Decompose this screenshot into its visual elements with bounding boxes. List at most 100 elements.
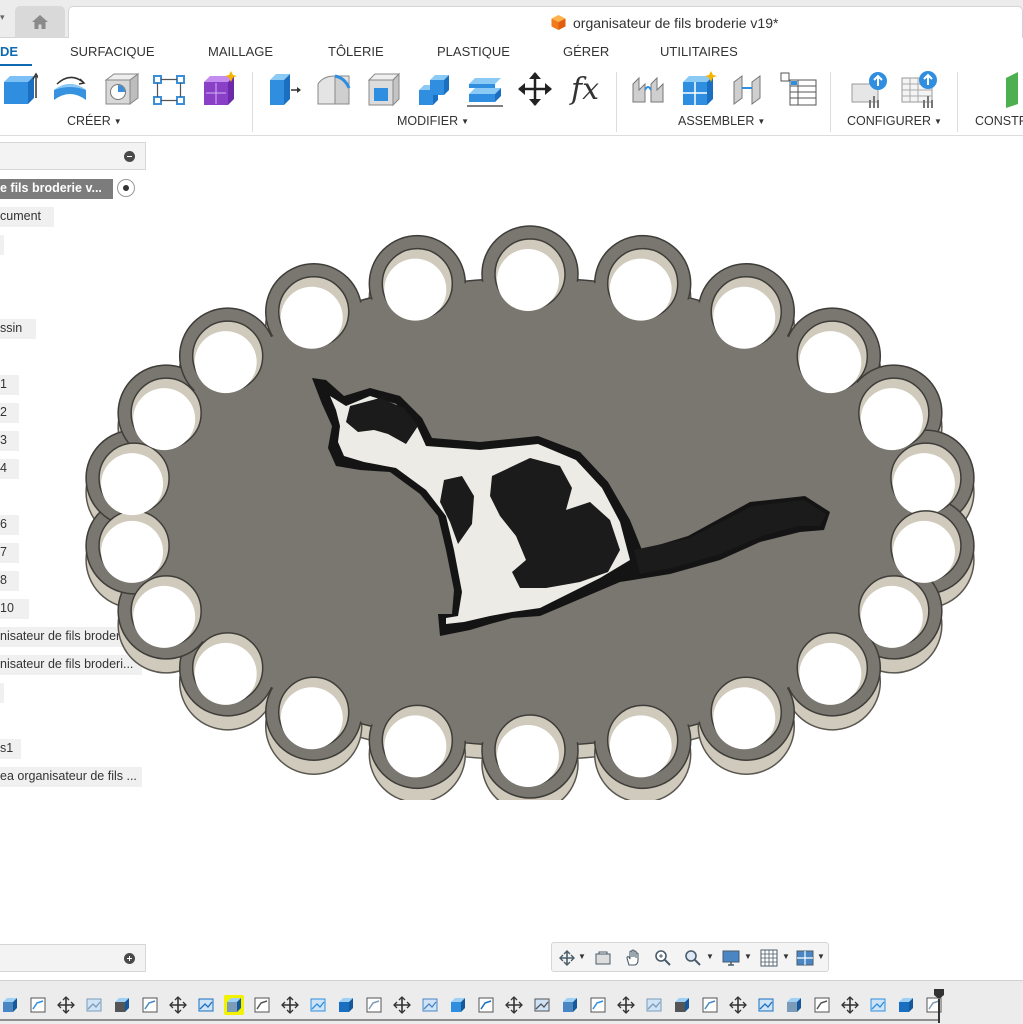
- modify-menu[interactable]: MODIFIER ▼: [397, 114, 469, 128]
- timeline-feature[interactable]: [756, 995, 776, 1015]
- browser-root-item[interactable]: e fils broderie v...: [0, 179, 113, 199]
- timeline-feature[interactable]: [644, 995, 664, 1015]
- construct-menu[interactable]: CONSTR: [975, 114, 1023, 128]
- browser-item-sketches[interactable]: ssin: [0, 319, 36, 339]
- construct-plane-button[interactable]: [998, 70, 1023, 108]
- timeline-feature[interactable]: [420, 995, 440, 1015]
- timeline-feature[interactable]: [392, 995, 412, 1015]
- app-menu-caret-icon[interactable]: ▾: [0, 12, 10, 26]
- timeline-feature[interactable]: [784, 995, 804, 1015]
- timeline-feature[interactable]: [812, 995, 832, 1015]
- tab-utilitaires[interactable]: UTILITAIRES: [660, 44, 738, 59]
- viewports-caret-icon[interactable]: ▼: [817, 952, 825, 961]
- configure-button[interactable]: [850, 70, 888, 108]
- browser-item[interactable]: 10: [0, 599, 29, 619]
- tab-gerer[interactable]: GÉRER: [563, 44, 609, 59]
- timeline-feature[interactable]: [336, 995, 356, 1015]
- timeline-feature[interactable]: [504, 995, 524, 1015]
- orbit-caret-icon[interactable]: ▼: [578, 952, 586, 961]
- timeline-feature[interactable]: [196, 995, 216, 1015]
- viewports-button[interactable]: [794, 947, 816, 969]
- timeline-feature[interactable]: [672, 995, 692, 1015]
- move-copy-button[interactable]: [516, 70, 554, 108]
- grid-settings-button[interactable]: [758, 947, 780, 969]
- zoom-caret-icon[interactable]: ▼: [706, 952, 714, 961]
- hole-button[interactable]: [102, 70, 140, 108]
- browser-item[interactable]: 4: [0, 459, 19, 479]
- browser-item[interactable]: 2: [0, 403, 19, 423]
- tab-plastique[interactable]: PLASTIQUE: [437, 44, 510, 59]
- timeline-feature[interactable]: [448, 995, 468, 1015]
- configuration-table-button[interactable]: [900, 70, 938, 108]
- zoom-button[interactable]: [652, 947, 674, 969]
- active-radio-icon[interactable]: [117, 179, 135, 197]
- create-form-button[interactable]: [200, 70, 238, 108]
- create-menu[interactable]: CRÉER ▼: [67, 114, 122, 128]
- timeline-feature[interactable]: [840, 995, 860, 1015]
- timeline-feature[interactable]: [0, 995, 20, 1015]
- timeline-feature[interactable]: [308, 995, 328, 1015]
- timeline-feature[interactable]: [140, 995, 160, 1015]
- revolve-button[interactable]: [51, 70, 89, 108]
- browser-item[interactable]: [0, 683, 4, 703]
- new-component-button[interactable]: [680, 70, 718, 108]
- collapse-icon[interactable]: [124, 151, 135, 162]
- timeline-feature[interactable]: [588, 995, 608, 1015]
- timeline-feature[interactable]: [280, 995, 300, 1015]
- shell-button[interactable]: [365, 70, 403, 108]
- timeline-feature[interactable]: [252, 995, 272, 1015]
- bill-of-materials-button[interactable]: [780, 70, 818, 108]
- browser-item[interactable]: 7: [0, 543, 19, 563]
- grid-caret-icon[interactable]: ▼: [782, 952, 790, 961]
- timeline-feature[interactable]: [364, 995, 384, 1015]
- timeline-feature[interactable]: [56, 995, 76, 1015]
- configure-menu[interactable]: CONFIGURER ▼: [847, 114, 942, 128]
- timeline-feature[interactable]: [476, 995, 496, 1015]
- model-viewport[interactable]: [60, 220, 1010, 800]
- timeline-feature[interactable]: [28, 995, 48, 1015]
- timeline-feature[interactable]: [168, 995, 188, 1015]
- timeline-feature[interactable]: [532, 995, 552, 1015]
- timeline-marker-icon[interactable]: [934, 989, 944, 1023]
- expand-icon[interactable]: [124, 953, 135, 964]
- timeline-feature[interactable]: [616, 995, 636, 1015]
- timeline-feature[interactable]: [896, 995, 916, 1015]
- display-settings-button[interactable]: [720, 947, 742, 969]
- look-at-button[interactable]: [592, 947, 614, 969]
- timeline-feature-selected[interactable]: [224, 995, 244, 1015]
- browser-item-document-settings[interactable]: cument: [0, 207, 54, 227]
- home-tab[interactable]: [15, 6, 65, 38]
- timeline-feature[interactable]: [700, 995, 720, 1015]
- thread-hole-opening: [384, 715, 447, 778]
- extrude-button[interactable]: [0, 70, 38, 108]
- tab-tolerie[interactable]: TÔLERIE: [328, 44, 384, 59]
- tab-maillage[interactable]: MAILLAGE: [208, 44, 273, 59]
- timeline-feature[interactable]: [868, 995, 888, 1015]
- timeline-feature[interactable]: [112, 995, 132, 1015]
- browser-item[interactable]: s1: [0, 739, 21, 759]
- pan-button[interactable]: [622, 947, 644, 969]
- align-button[interactable]: [466, 70, 504, 108]
- zoom-window-button[interactable]: [682, 947, 704, 969]
- browser-item[interactable]: 6: [0, 515, 19, 535]
- browser-item[interactable]: [0, 235, 4, 255]
- browser-item[interactable]: 8: [0, 571, 19, 591]
- pattern-button[interactable]: [150, 70, 188, 108]
- assemble-menu[interactable]: ASSEMBLER ▼: [678, 114, 765, 128]
- parameters-button[interactable]: fx: [566, 70, 604, 108]
- fillet-button[interactable]: [315, 70, 353, 108]
- as-built-joint-button[interactable]: [730, 70, 768, 108]
- press-pull-button[interactable]: [264, 70, 302, 108]
- timeline-feature[interactable]: [728, 995, 748, 1015]
- browser-item[interactable]: 3: [0, 431, 19, 451]
- document-tab[interactable]: [68, 6, 1023, 38]
- timeline-feature[interactable]: [84, 995, 104, 1015]
- orbit-button[interactable]: [556, 947, 578, 969]
- combine-button[interactable]: [416, 70, 454, 108]
- display-caret-icon[interactable]: ▼: [744, 952, 752, 961]
- tab-solide[interactable]: DE: [0, 44, 18, 59]
- joint-button[interactable]: [630, 70, 668, 108]
- tab-surfacique[interactable]: SURFACIQUE: [70, 44, 155, 59]
- timeline-feature[interactable]: [560, 995, 580, 1015]
- browser-item[interactable]: 1: [0, 375, 19, 395]
